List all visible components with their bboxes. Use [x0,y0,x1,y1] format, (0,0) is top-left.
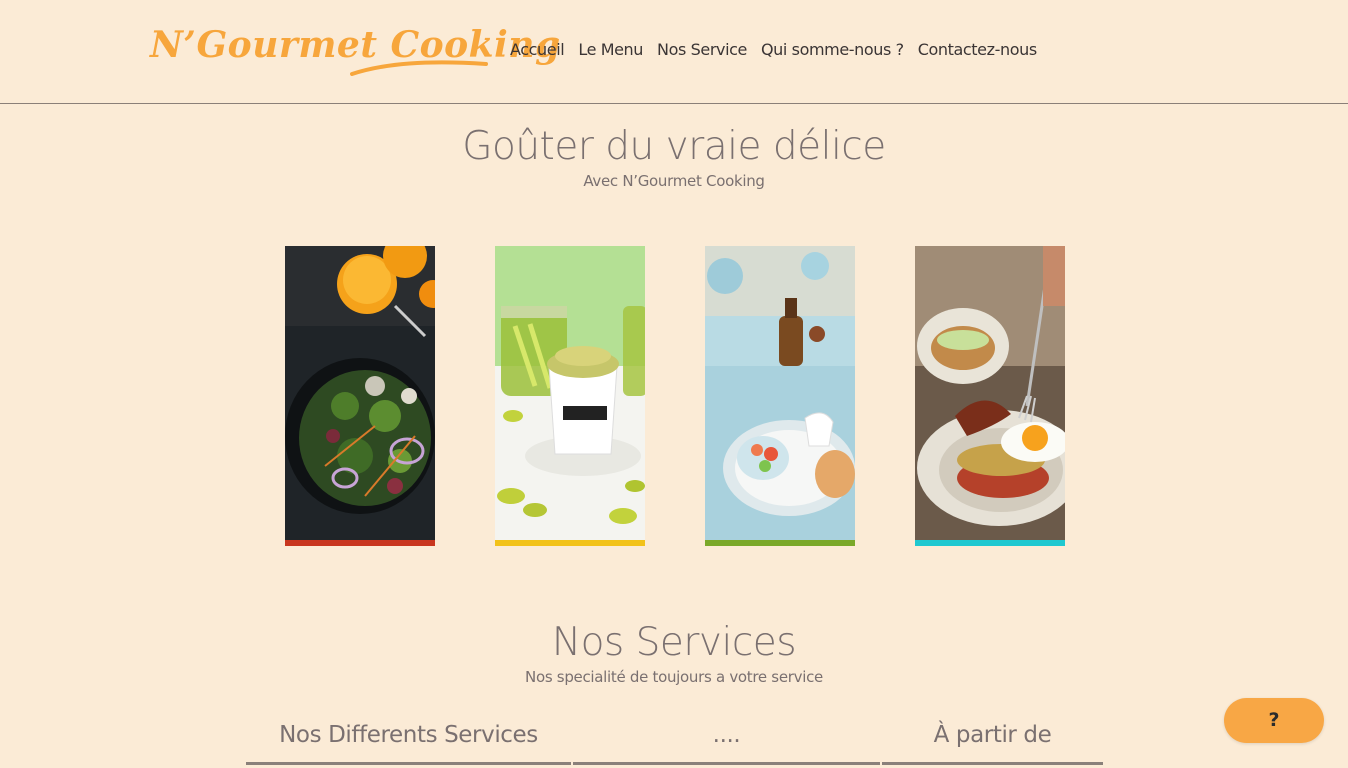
logo-swoosh-icon [350,60,488,76]
site-logo[interactable]: N’Gourmet Cooking [150,24,560,84]
gallery-card-salad[interactable] [285,246,435,546]
card-accent-bar [495,540,645,546]
card-accent-bar [285,540,435,546]
salad-image [285,246,435,546]
gallery-card-pickles[interactable] [495,246,645,546]
fish-plate-image [705,246,855,546]
nav-qui-somme-nous[interactable]: Qui somme-nous ? [761,40,904,59]
main-nav: Accueil Le Menu Nos Service Qui somme-no… [510,40,1037,59]
pickles-image [495,246,645,546]
nav-le-menu[interactable]: Le Menu [578,40,643,59]
gallery-card-bacon-egg[interactable] [915,246,1065,546]
services-column-header-services: Nos Differents Services [246,720,571,765]
site-header: N’Gourmet Cooking Accueil Le Menu Nos Se… [0,0,1348,104]
hero-subtitle: Avec N’Gourmet Cooking [583,172,765,190]
hero-title: Goûter du vraie délice [462,124,886,169]
help-button[interactable]: ? [1224,698,1324,743]
services-title: Nos Services [551,620,797,665]
nav-nos-service[interactable]: Nos Service [657,40,747,59]
card-accent-bar [915,540,1065,546]
nav-accueil[interactable]: Accueil [510,40,565,59]
card-accent-bar [705,540,855,546]
services-subtitle: Nos specialité de toujours a votre servi… [525,668,823,686]
bacon-egg-image [915,246,1065,546]
nav-contactez-nous[interactable]: Contactez-nous [918,40,1037,59]
services-column-header-price: À partir de [882,720,1103,765]
gallery-card-fish[interactable] [705,246,855,546]
services-column-header-middle: .... [573,720,880,765]
